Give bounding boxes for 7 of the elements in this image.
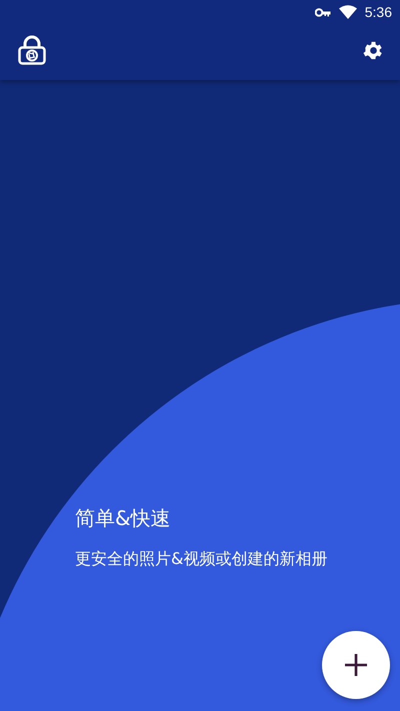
wifi-icon <box>338 5 357 19</box>
plus-icon <box>344 653 368 677</box>
key-icon <box>314 8 331 16</box>
clock-time: 5:36 <box>364 4 392 20</box>
lock-icon[interactable] <box>18 35 46 65</box>
intro-subtitle: 更安全的照片&视频或创建的新相册 <box>75 549 328 570</box>
intro-title: 简单&快速 <box>75 505 171 532</box>
